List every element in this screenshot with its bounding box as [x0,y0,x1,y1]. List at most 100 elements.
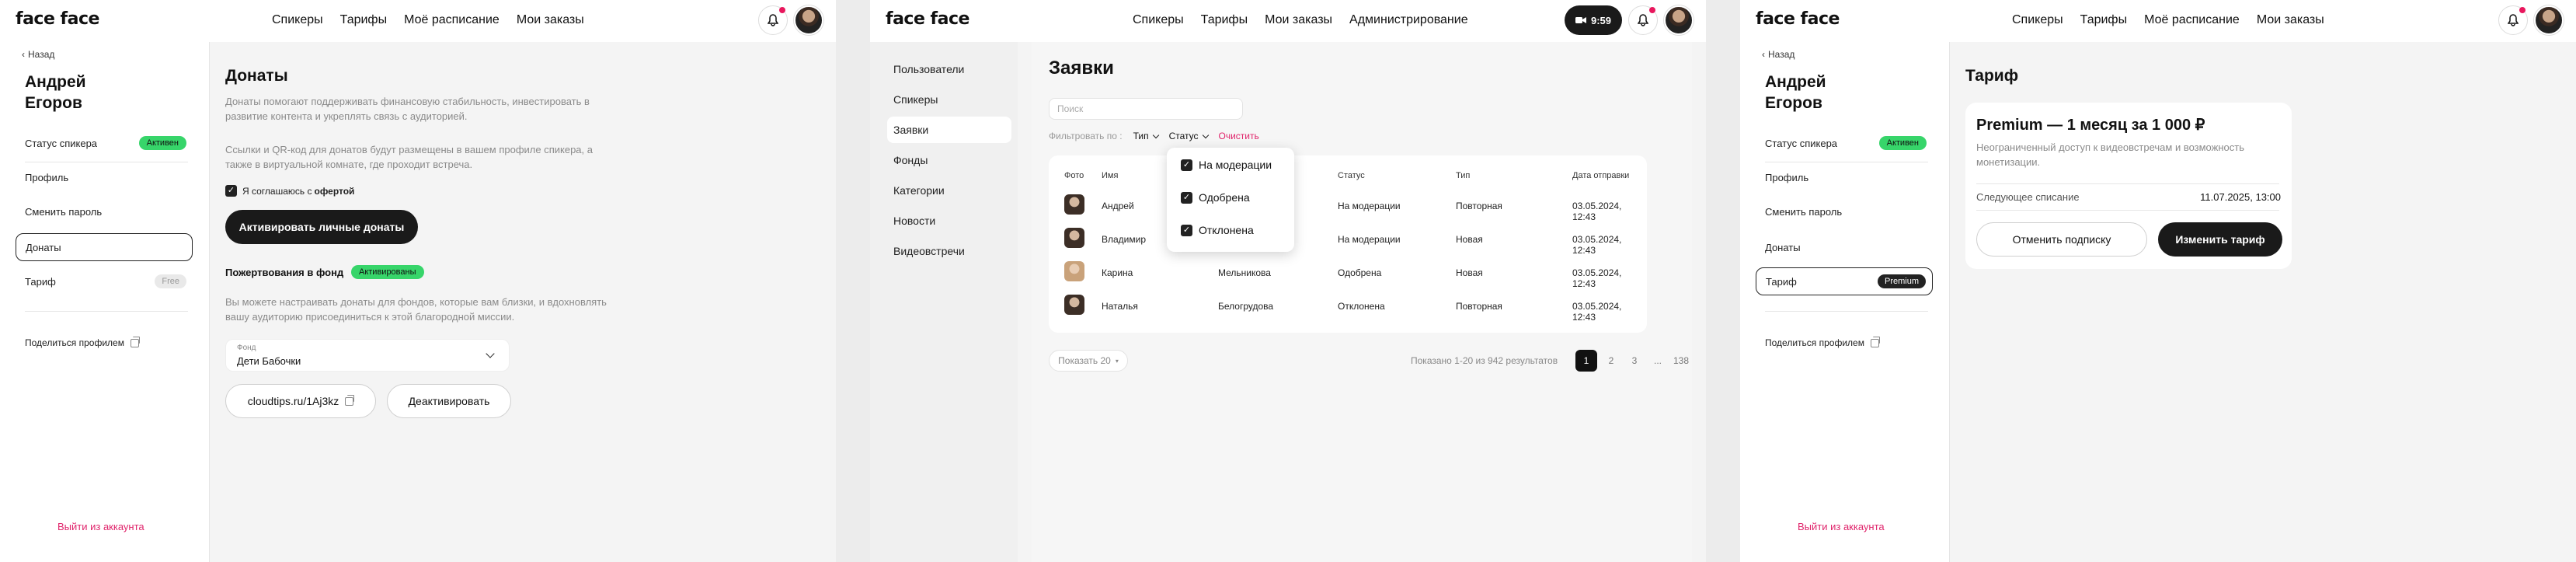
panel-applications: face face Спикеры Тарифы Мои заказы Адми… [870,0,1706,562]
logo[interactable]: face face [1756,9,1840,29]
back-link[interactable]: ‹ Назад [22,49,54,60]
logo[interactable]: face face [886,9,969,29]
nav-orders[interactable]: Мои заказы [517,13,584,27]
page-1[interactable]: 1 [1575,350,1597,372]
col-date: Дата отправки [1572,171,1630,180]
clear-filters[interactable]: Очистить [1219,131,1259,141]
avatar[interactable] [794,5,823,35]
logout-link[interactable]: Выйти из аккаунта [1798,521,1885,532]
fund-title: Пожертвования в фонд [225,267,344,278]
header: face face Спикеры Тарифы Моё расписание … [1740,0,2576,42]
sidebar-item-donations[interactable]: Донаты [16,233,193,261]
notifications-button[interactable] [1628,5,1658,35]
nav-tariffs[interactable]: Тарифы [2080,13,2127,27]
sidebar-item-tariff[interactable]: Тариф Free [16,267,193,295]
nav-orders[interactable]: Мои заказы [2257,13,2324,27]
panel-donations: face face Спикеры Тарифы Моё расписание … [0,0,836,562]
plan-title: Premium — 1 месяц за 1 000 ₽ [1976,117,2205,134]
offer-link[interactable]: офертой [314,186,354,197]
divider [25,311,188,312]
applicant-photo [1064,295,1084,315]
deactivate-button[interactable]: Деактивировать [387,384,511,418]
menu-news[interactable]: Новости [887,208,1011,234]
filter-status[interactable]: Статус [1169,131,1209,141]
share-profile-button[interactable]: Поделиться профилем [25,336,140,348]
fund-select-value: Дети Бабочки [237,355,301,367]
fund-select[interactable]: Фонд Дети Бабочки [225,339,510,372]
search-input[interactable]: Поиск [1049,98,1243,120]
copy-link-button[interactable]: cloudtips.ru/1Aj3kz [225,384,376,418]
menu-applications[interactable]: Заявки [887,117,1011,143]
menu-funds[interactable]: Фонды [887,147,1011,173]
sidebar-item-status[interactable]: Статус спикера Активен [1756,129,1933,157]
status-filter-dropdown: ✓ На модерации ✓ Одобрена ✓ Отклонена [1167,148,1294,252]
sidebar-item-profile[interactable]: Профиль [1756,163,1933,191]
page-last[interactable]: 138 [1670,350,1692,372]
page-size-select[interactable]: Показать 20 ▾ [1049,350,1128,372]
sidebar-item-status[interactable]: Статус спикера Активен [16,129,193,157]
user-name: Андрей Егоров [1765,73,1826,112]
share-label: Поделиться профилем [1765,337,1864,348]
divider [1976,210,2279,211]
sidebar-item-password[interactable]: Сменить пароль [16,197,193,225]
activate-donations-button[interactable]: Активировать личные донаты [225,210,418,244]
nav-admin[interactable]: Администрирование [1349,13,1468,27]
nav-schedule[interactable]: Моё расписание [2144,13,2240,27]
tariff-card: Premium — 1 месяц за 1 000 ₽ Неограничен… [1965,103,2292,269]
cancel-subscription-button[interactable]: Отменить подписку [1976,222,2147,257]
nav-tariffs[interactable]: Тарифы [1201,13,1248,27]
page-3[interactable]: 3 [1624,350,1645,372]
check-icon: ✓ [1181,159,1192,171]
sidebar-item-password[interactable]: Сменить пароль [1756,197,1933,225]
menu-video-meetings[interactable]: Видеовстречи [887,238,1011,264]
main-nav: Спикеры Тарифы Мои заказы Администрирова… [1133,13,1468,27]
avatar[interactable] [1664,5,1694,35]
sidebar-item-label: Статус спикера [1765,137,1838,149]
nav-tariffs[interactable]: Тарифы [340,13,387,27]
status-option-rejected[interactable]: ✓ Отклонена [1181,224,1254,236]
header: face face Спикеры Тарифы Мои заказы Адми… [870,0,1706,42]
sidebar-item-label: Сменить пароль [25,205,103,218]
page-2[interactable]: 2 [1600,350,1622,372]
bell-icon [2508,14,2519,26]
share-profile-button[interactable]: Поделиться профилем [1765,336,1880,348]
status-badge: Активен [1878,136,1927,150]
panel-tariff: face face Спикеры Тарифы Моё расписание … [1740,0,2576,562]
main-nav: Спикеры Тарифы Моё расписание Мои заказы [272,13,584,27]
check-icon: ✓ [1181,224,1192,236]
notification-dot [779,7,785,13]
agree-checkbox[interactable]: ✓ Я соглашаюсь с офертой [225,185,354,197]
logout-link[interactable]: Выйти из аккаунта [57,521,144,532]
status-option-moderation[interactable]: ✓ На модерации [1181,159,1272,171]
logo[interactable]: face face [16,9,99,29]
option-label: Отклонена [1199,224,1254,236]
avatar[interactable] [2534,5,2564,35]
menu-users[interactable]: Пользователи [887,56,1011,82]
sidebar-item-donations[interactable]: Донаты [1756,233,1933,261]
sidebar-item-profile[interactable]: Профиль [16,163,193,191]
nav-speakers[interactable]: Спикеры [1133,13,1184,27]
filter-type[interactable]: Тип [1133,131,1159,141]
back-link[interactable]: ‹ Назад [1762,49,1794,60]
menu-categories[interactable]: Категории [887,177,1011,204]
applicant-photo [1064,228,1084,248]
live-call-button[interactable]: 9:59 [1564,5,1622,35]
user-name: Андрей Егоров [25,73,86,112]
application-status: Отклонена [1338,301,1385,312]
change-tariff-button[interactable]: Изменить тариф [2158,222,2282,257]
nav-orders[interactable]: Мои заказы [1265,13,1332,27]
nav-schedule[interactable]: Моё расписание [404,13,500,27]
nav-speakers[interactable]: Спикеры [272,13,323,27]
menu-speakers[interactable]: Спикеры [887,86,1011,113]
notifications-button[interactable] [2498,5,2528,35]
applicant-name: Наталья [1102,301,1138,312]
sidebar-item-label: Профиль [25,171,69,183]
sidebar-item-tariff[interactable]: Тариф Premium [1756,267,1933,295]
admin-sidebar: Пользователи Спикеры Заявки Фонды Катего… [870,42,1018,562]
profile-sidebar [0,42,210,562]
nav-speakers[interactable]: Спикеры [2012,13,2063,27]
status-badge: Активен [138,136,186,150]
application-status: На модерации [1338,201,1401,211]
status-option-approved[interactable]: ✓ Одобрена [1181,191,1250,204]
notifications-button[interactable] [758,5,788,35]
